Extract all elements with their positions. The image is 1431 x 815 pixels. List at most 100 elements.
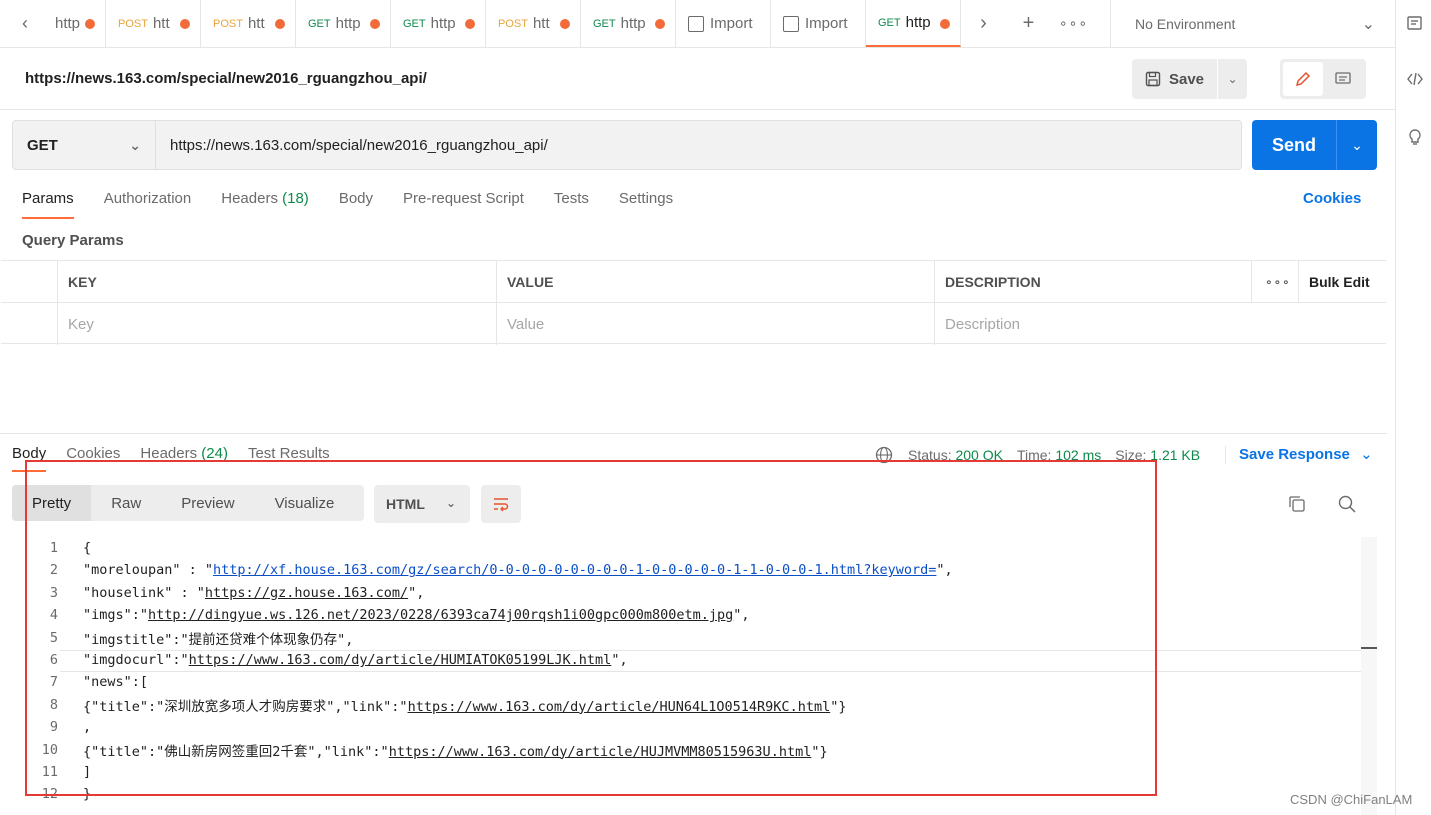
save-button[interactable]: Save (1132, 59, 1217, 99)
divider (1225, 446, 1226, 464)
comment-mode-button[interactable] (1323, 62, 1363, 96)
tab-label: htt (247, 15, 265, 32)
code-scrollbar[interactable] (1361, 537, 1377, 815)
tab-label: http (620, 15, 646, 32)
tab-method: GET (878, 16, 901, 29)
query-params-title: Query Params (22, 232, 124, 249)
copy-icon[interactable] (1287, 494, 1307, 514)
send-options-chevron-icon[interactable]: ⌄ (1336, 120, 1377, 170)
divider (0, 109, 1395, 110)
request-tab-active[interactable]: GET http (866, 0, 961, 47)
unsaved-dot-icon (180, 19, 190, 29)
more-options-icon[interactable]: ∘∘∘ (1252, 261, 1299, 302)
import-tab[interactable]: Import (771, 0, 866, 47)
method-label: GET (27, 136, 58, 154)
tab-method: POST (118, 17, 148, 30)
save-label: Save (1168, 70, 1205, 88)
request-tabs: Params Authorization Headers (18) Body P… (22, 190, 703, 219)
request-tab[interactable]: POST htt (106, 0, 201, 47)
tab-label: http (55, 15, 81, 32)
unsaved-dot-icon (655, 19, 665, 29)
headers-count: (18) (282, 190, 309, 207)
unsaved-dot-icon (85, 19, 95, 29)
table-row: Key Value Description (1, 303, 1386, 345)
tab-label: http (430, 15, 456, 32)
request-tab[interactable]: POST htt (486, 0, 581, 47)
request-tab[interactable]: POST htt (201, 0, 296, 47)
column-key: KEY (58, 261, 497, 302)
bulk-edit-button[interactable]: Bulk Edit (1299, 261, 1386, 302)
size-value: 1.21 KB (1150, 447, 1201, 463)
tab-method: GET (403, 17, 426, 30)
request-title[interactable]: https://news.163.com/special/new2016_rgu… (25, 70, 427, 87)
lightbulb-icon[interactable] (1406, 128, 1424, 146)
cookies-link[interactable]: Cookies (1303, 190, 1361, 207)
tab-label: http (905, 14, 931, 31)
code-icon[interactable] (1406, 70, 1424, 88)
column-description: DESCRIPTION (935, 261, 1252, 302)
column-value: VALUE (497, 261, 935, 302)
tab-params[interactable]: Params (22, 190, 74, 219)
environment-selector[interactable]: No Environment ⌄ (1110, 0, 1395, 48)
send-button[interactable]: Send (1252, 120, 1336, 170)
import-icon (688, 15, 704, 32)
new-tab-icon[interactable]: + (1006, 0, 1051, 47)
import-icon (783, 15, 799, 32)
tab-headers[interactable]: Headers (18) (221, 190, 309, 219)
tab-label: http (335, 15, 361, 32)
save-icon (1145, 71, 1161, 87)
pencil-icon (1295, 71, 1311, 87)
tab-settings[interactable]: Settings (619, 190, 673, 219)
environment-label: No Environment (1135, 16, 1236, 32)
checkbox-column (1, 261, 58, 302)
query-params-table: KEY VALUE DESCRIPTION ∘∘∘ Bulk Edit Key … (1, 260, 1386, 345)
more-tabs-icon[interactable]: ∘∘∘ (1051, 0, 1096, 47)
unsaved-dot-icon (465, 19, 475, 29)
save-response-button[interactable]: Save Response ⌄ (1239, 445, 1373, 463)
request-tab[interactable]: GET http (391, 0, 486, 47)
tab-prerequest-script[interactable]: Pre-request Script (403, 190, 524, 219)
tab-label: Import (805, 15, 848, 32)
right-sidebar (1395, 0, 1431, 815)
request-tab[interactable]: GET http (296, 0, 391, 47)
import-tab[interactable]: Import (676, 0, 771, 47)
save-options-chevron-icon[interactable]: ⌄ (1217, 59, 1247, 99)
tab-tests[interactable]: Tests (554, 190, 589, 219)
save-group: Save ⌄ (1132, 59, 1247, 99)
table-header-row: KEY VALUE DESCRIPTION ∘∘∘ Bulk Edit (1, 261, 1386, 303)
unsaved-dot-icon (560, 19, 570, 29)
tab-label: htt (152, 15, 170, 32)
tab-method: GET (593, 17, 616, 30)
search-icon[interactable] (1337, 494, 1357, 514)
unsaved-dot-icon (370, 19, 380, 29)
key-input[interactable]: Key (58, 303, 497, 345)
tab-label: Import (710, 15, 753, 32)
unsaved-dot-icon (275, 19, 285, 29)
row-checkbox[interactable] (1, 303, 58, 345)
tab-method: GET (308, 17, 331, 30)
tab-headers-label: Headers (221, 190, 278, 207)
chevron-down-icon: ⌄ (1361, 16, 1375, 33)
description-input[interactable]: Description (935, 303, 1252, 345)
value-input[interactable]: Value (497, 303, 935, 345)
documentation-icon[interactable] (1406, 14, 1424, 32)
method-selector[interactable]: GET ⌄ (12, 120, 156, 170)
mode-toggle (1280, 59, 1366, 99)
request-tab[interactable]: GET http (581, 0, 676, 47)
chevron-down-icon: ⌄ (1360, 446, 1373, 463)
url-input[interactable]: https://news.163.com/special/new2016_rgu… (156, 120, 1242, 170)
chevron-down-icon: ⌄ (129, 137, 141, 153)
edit-mode-button[interactable] (1283, 62, 1323, 96)
tabs-scroll-left-icon[interactable]: ‹ (0, 0, 50, 47)
tab-label: htt (532, 15, 550, 32)
request-tab[interactable]: http (50, 0, 106, 47)
scrollbar-marker (1361, 647, 1377, 649)
highlight-annotation-box (25, 460, 1157, 796)
divider (0, 433, 1387, 434)
save-response-label: Save Response (1239, 446, 1350, 463)
watermark: CSDN @ChiFanLAM (1290, 792, 1413, 807)
unsaved-dot-icon (940, 19, 950, 29)
tab-body[interactable]: Body (339, 190, 373, 219)
tab-authorization[interactable]: Authorization (104, 190, 192, 219)
tabs-scroll-right-icon[interactable]: › (961, 0, 1006, 47)
